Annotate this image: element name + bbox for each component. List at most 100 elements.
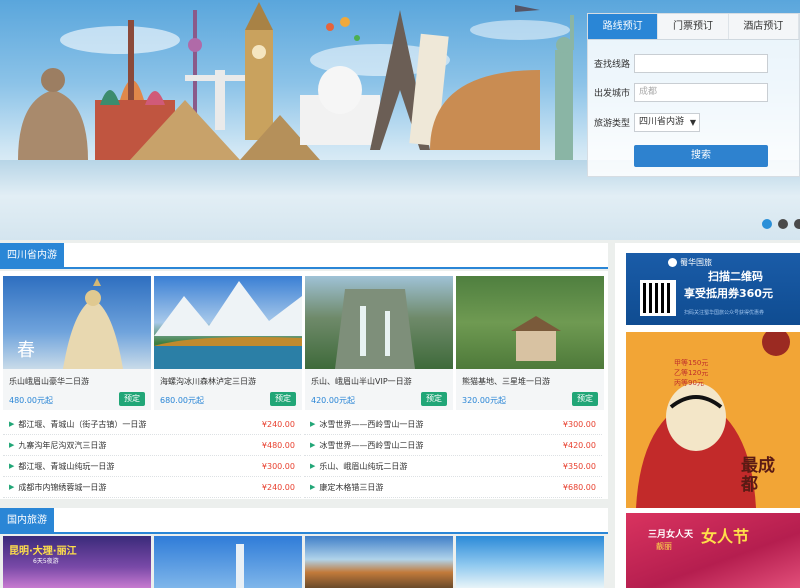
qr-promo-ad[interactable]: 蜀华国旅 扫描二维码 享受抵用券360元 扫码关注蜀华国旅公众号获得优惠券 [626, 253, 800, 325]
tour-image-caption: 春 [17, 340, 35, 361]
tab-ticket-booking[interactable]: 门票预订 [658, 14, 729, 39]
tour-card[interactable]: 乐山、峨眉山半山VIP一日游 420.00元起 预定 [305, 276, 453, 410]
book-button[interactable]: 预定 [421, 392, 447, 406]
tour-image[interactable] [305, 536, 453, 588]
brand-name: 蜀华国旅 [680, 258, 712, 267]
type-select[interactable]: 四川省内游 ▼ [634, 113, 700, 132]
tour-price: 320.00元起 [462, 396, 506, 405]
list-item[interactable]: ▶ 冰雪世界——西岭雪山二日游 ¥420.00 [304, 435, 602, 456]
tour-image[interactable]: 春 [3, 276, 151, 369]
route-price: ¥300.00 [562, 419, 596, 429]
city-input[interactable]: 成都 [634, 83, 768, 102]
arrow-icon: ▶ [9, 441, 15, 449]
list-item[interactable]: ▶ 成都市内锦绣蓉城一日游 ¥240.00 [3, 477, 301, 498]
route-list-left: ▶ 都江堰、青城山（街子古镇）一日游 ¥240.00 ▶ 九寨沟年尼沟双汽三日游 ¥48… [3, 414, 301, 498]
tour-image[interactable]: 昆明·大理·丽江 6天5夜游 [3, 536, 151, 588]
tour-price: 480.00元起 [9, 396, 53, 405]
tour-price: 420.00元起 [311, 396, 355, 405]
ad3-text-3: 女人节 [701, 527, 750, 546]
tour-price: 680.00元起 [160, 396, 204, 405]
list-item[interactable]: ▶ 乐山、峨眉山纯玩二日游 ¥350.00 [304, 456, 602, 477]
carousel-dot[interactable] [794, 219, 800, 229]
route-name[interactable]: 都江堰、青城山（街子古镇）一日游 [18, 419, 257, 430]
ticket-price-a: 甲等150元 [674, 359, 709, 367]
tour-image[interactable] [456, 536, 604, 588]
type-label: 旅游类型 [594, 119, 631, 129]
route-list: ▶ 都江堰、青城山（街子古镇）一日游 ¥240.00 ▶ 九寨沟年尼沟双汽三日游 ¥48… [3, 414, 602, 498]
book-button[interactable]: 预定 [572, 392, 598, 406]
section-header: 四川省内游 [0, 243, 608, 269]
ad3-text-1: 三月女人天 [648, 530, 694, 540]
city-label: 出发城市 [594, 89, 631, 99]
list-item[interactable]: ▶ 康定木格错三日游 ¥680.00 [304, 477, 602, 498]
ad-small-text: 扫码关注蜀华国旅公众号获得优惠券 [684, 310, 765, 316]
tour-name[interactable]: 熊猫基地、三星堆一日游 [462, 376, 550, 387]
carousel-dot[interactable] [778, 219, 788, 229]
route-name[interactable]: 都江堰、青城山纯玩一日游 [18, 461, 257, 472]
ticket-price-b: 乙等120元 [674, 369, 709, 377]
section-title[interactable]: 四川省内游 [0, 243, 64, 269]
brand-logo: 蜀华国旅 [668, 257, 712, 268]
promo-subtext: 6天5夜游 [33, 558, 59, 565]
arrow-icon: ▶ [9, 462, 15, 470]
city-row: 出发城市 成都 [594, 83, 768, 102]
route-name[interactable]: 冰雪世界——西岭雪山一日游 [319, 419, 558, 430]
tour-image[interactable] [154, 536, 302, 588]
route-input[interactable] [634, 54, 768, 73]
list-item[interactable]: ▶ 九寨沟年尼沟双汽三日游 ¥480.00 [3, 435, 301, 456]
section-header: 国内旅游 [0, 508, 608, 534]
arrow-icon: ▶ [310, 462, 316, 470]
arrow-icon: ▶ [310, 441, 316, 449]
route-name[interactable]: 九寨沟年尼沟双汽三日游 [18, 440, 257, 451]
tour-card[interactable]: 熊猫基地、三星堆一日游 320.00元起 预定 [456, 276, 604, 410]
opera-promo-ad[interactable]: 甲等150元 乙等120元 丙等90元 最成都 [626, 332, 800, 508]
route-price: ¥420.00 [562, 440, 596, 450]
tour-card[interactable]: 春 乐山峨眉山豪华二日游 480.00元起 预定 [3, 276, 151, 410]
route-price: ¥300.00 [261, 461, 295, 471]
carousel-dot[interactable] [762, 219, 772, 229]
tour-image[interactable] [305, 276, 453, 369]
logo-icon [668, 258, 677, 267]
arrow-icon: ▶ [9, 483, 15, 491]
route-price: ¥680.00 [562, 482, 596, 492]
list-item[interactable]: ▶ 都江堰、青城山纯玩一日游 ¥300.00 [3, 456, 301, 477]
tour-card[interactable]: 海螺沟冰川森林泸定三日游 680.00元起 预定 [154, 276, 302, 410]
ad-headline: 扫描二维码 [708, 270, 763, 283]
arrow-icon: ▶ [310, 420, 316, 428]
chevron-down-icon: ▼ [689, 118, 696, 127]
ad-subheadline: 享受抵用券360元 [684, 287, 773, 300]
tab-hotel-booking[interactable]: 酒店预订 [728, 14, 799, 39]
qr-code [640, 280, 676, 316]
ticket-price-c: 丙等90元 [674, 379, 704, 387]
tab-route-booking[interactable]: 路线预订 [588, 14, 659, 39]
tour-image[interactable] [154, 276, 302, 369]
book-button[interactable]: 预定 [270, 392, 296, 406]
tour-cards: 春 乐山峨眉山豪华二日游 480.00元起 预定 海螺沟冰川森林泸定三日游 68… [3, 276, 604, 410]
section-title[interactable]: 国内旅游 [0, 508, 54, 534]
list-item[interactable]: ▶ 都江堰、青城山（街子古镇）一日游 ¥240.00 [3, 414, 301, 435]
womens-day-ad[interactable]: 三月女人天 靓丽 女人节 [626, 513, 800, 588]
list-item[interactable]: ▶ 冰雪世界——西岭雪山一日游 ¥300.00 [304, 414, 602, 435]
promo-text: 昆明·大理·丽江 [9, 546, 77, 557]
tour-name[interactable]: 乐山峨眉山豪华二日游 [9, 376, 89, 387]
type-row: 旅游类型 四川省内游 ▼ [594, 113, 700, 132]
route-row: 查找线路 [594, 54, 768, 73]
type-select-value: 四川省内游 [639, 117, 685, 127]
booking-panel: 路线预订 门票预订 酒店预订 查找线路 出发城市 成都 旅游类型 四川省内游 ▼… [587, 13, 800, 177]
tour-image[interactable] [456, 276, 604, 369]
booking-tabs: 路线预订 门票预订 酒店预订 [588, 14, 799, 40]
search-button[interactable]: 搜索 [634, 145, 768, 167]
book-button[interactable]: 预定 [119, 392, 145, 406]
route-label: 查找线路 [594, 60, 631, 70]
route-name[interactable]: 乐山、峨眉山纯玩二日游 [319, 461, 558, 472]
carousel-dots [762, 219, 800, 229]
route-name[interactable]: 冰雪世界——西岭雪山二日游 [319, 440, 558, 451]
route-list-right: ▶ 冰雪世界——西岭雪山一日游 ¥300.00 ▶ 冰雪世界——西岭雪山二日游 ¥420… [304, 414, 602, 498]
arrow-icon: ▶ [9, 420, 15, 428]
route-price: ¥240.00 [261, 419, 295, 429]
route-price: ¥240.00 [261, 482, 295, 492]
tour-name[interactable]: 乐山、峨眉山半山VIP一日游 [311, 376, 412, 387]
tour-name[interactable]: 海螺沟冰川森林泸定三日游 [160, 376, 256, 387]
route-name[interactable]: 成都市内锦绣蓉城一日游 [18, 482, 257, 493]
route-name[interactable]: 康定木格错三日游 [319, 482, 558, 493]
